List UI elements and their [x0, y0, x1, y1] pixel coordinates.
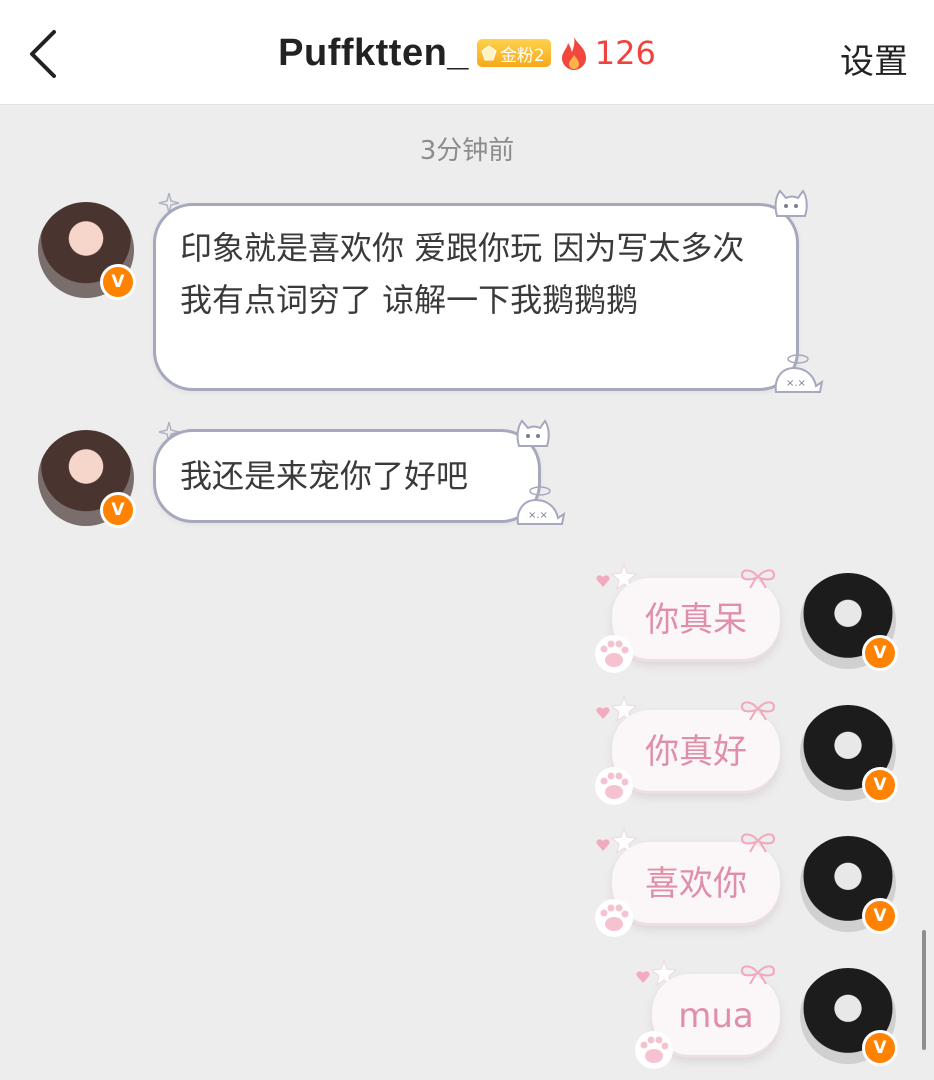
bow-icon	[740, 569, 776, 589]
verified-badge-icon: V	[862, 1030, 898, 1066]
svg-text:×.×: ×.×	[528, 510, 548, 521]
chat-title[interactable]: Puffktten_	[278, 32, 469, 75]
verified-badge-icon: V	[862, 767, 898, 803]
verified-badge-icon: V	[862, 635, 898, 671]
title-group: Puffktten_ 金粉2 126	[0, 28, 934, 78]
verified-badge-icon: V	[100, 492, 136, 528]
paw-icon	[595, 899, 633, 937]
message-bubble[interactable]: 你真呆	[612, 578, 780, 662]
flame-icon	[561, 37, 586, 70]
svg-text:×.×: ×.×	[786, 378, 806, 389]
settings-button[interactable]: 设置	[840, 34, 908, 83]
heart-icon	[596, 839, 610, 851]
message-text: 你真好	[645, 732, 747, 772]
message-bubble[interactable]: 我还是来宠你了好吧	[153, 429, 541, 523]
ghost-icon: ×.×	[516, 486, 566, 525]
fan-level-badge[interactable]: 金粉2	[476, 39, 551, 67]
heart-icon	[596, 707, 610, 719]
cat-face-icon	[516, 419, 550, 447]
scrollbar[interactable]	[922, 930, 926, 1050]
ghost-icon: ×.×	[774, 354, 824, 393]
verified-badge-icon: V	[862, 898, 898, 934]
message-text: 我还是来宠你了好吧	[180, 457, 469, 495]
chat-header: Puffktten_ 金粉2 126 设置	[0, 0, 934, 105]
heart-icon	[596, 575, 610, 587]
fan-badge-label: 金粉2	[499, 45, 545, 66]
paw-icon	[635, 1031, 673, 1069]
message-bubble[interactable]: 你真好	[612, 710, 780, 794]
cat-face-icon	[774, 189, 808, 217]
paw-icon	[595, 767, 633, 805]
message-timestamp: 3分钟前	[419, 136, 515, 166]
message-bubble[interactable]: 喜欢你	[612, 842, 780, 926]
message-bubble[interactable]: 印象就是喜欢你 爱跟你玩 因为写太多次 我有点词穷了 谅解一下我鹅鹅鹅	[153, 203, 799, 391]
message-text: 喜欢你	[645, 864, 747, 904]
gem-icon	[481, 45, 497, 61]
heart-icon	[636, 971, 650, 983]
message-text: mua	[678, 996, 754, 1036]
bow-icon	[740, 965, 776, 985]
fire-count: 126	[594, 34, 656, 72]
paw-icon	[595, 635, 633, 673]
bow-icon	[740, 701, 776, 721]
verified-badge-icon: V	[100, 264, 136, 300]
bow-icon	[740, 833, 776, 853]
message-text: 你真呆	[645, 600, 747, 640]
message-text: 印象就是喜欢你 爱跟你玩 因为写太多次 我有点词穷了 谅解一下我鹅鹅鹅	[180, 229, 745, 319]
